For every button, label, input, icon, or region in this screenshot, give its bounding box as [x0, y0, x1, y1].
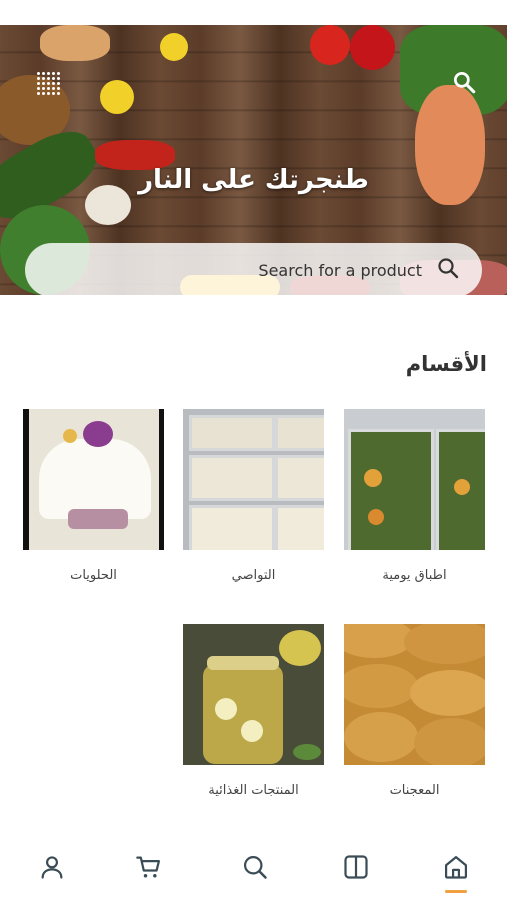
- lemon-decoration: [100, 80, 134, 114]
- category-card-sweets[interactable]: الحلويات: [23, 409, 164, 583]
- bottom-nav: [0, 835, 507, 900]
- category-label: اطباق يومية: [382, 568, 447, 583]
- category-card-trays[interactable]: التواصي: [183, 409, 324, 583]
- category-card-food-products[interactable]: المنتجات الغذائية: [183, 624, 324, 798]
- menu-grid-icon[interactable]: [36, 71, 60, 95]
- trays-image: [183, 409, 324, 550]
- search-placeholder: Search for a product: [258, 260, 422, 280]
- brand-title: طنجرتك على النار: [138, 165, 369, 195]
- section-title: الأقسام: [405, 352, 487, 376]
- pickles-jar-image: [183, 624, 324, 765]
- profile-icon[interactable]: [38, 853, 66, 881]
- category-card-daily-dishes[interactable]: اطباق يومية: [344, 409, 485, 583]
- home-icon[interactable]: [442, 853, 470, 881]
- search-input[interactable]: Search for a product: [25, 243, 482, 295]
- stuffed-vegetables-image: [344, 409, 485, 550]
- category-card-pastries[interactable]: المعجنات: [344, 624, 485, 798]
- hero-banner: طنجرتك على النار Search for a product: [0, 25, 507, 295]
- category-label: الحلويات: [70, 568, 117, 583]
- tomato-decoration: [350, 25, 395, 70]
- category-label: المنتجات الغذائية: [208, 783, 299, 798]
- search-icon[interactable]: [241, 853, 269, 881]
- category-label: التواصي: [231, 568, 276, 583]
- search-icon: [436, 256, 460, 284]
- lemon-decoration: [160, 33, 188, 61]
- category-label: المعجنات: [389, 783, 440, 798]
- active-tab-indicator: [445, 890, 467, 893]
- tomato-decoration: [310, 25, 350, 65]
- spoon-decoration: [40, 25, 110, 61]
- cart-icon[interactable]: [135, 853, 163, 881]
- cake-image: [23, 409, 164, 550]
- search-icon[interactable]: [451, 69, 477, 95]
- pastries-image: [344, 624, 485, 765]
- catalog-icon[interactable]: [342, 853, 370, 881]
